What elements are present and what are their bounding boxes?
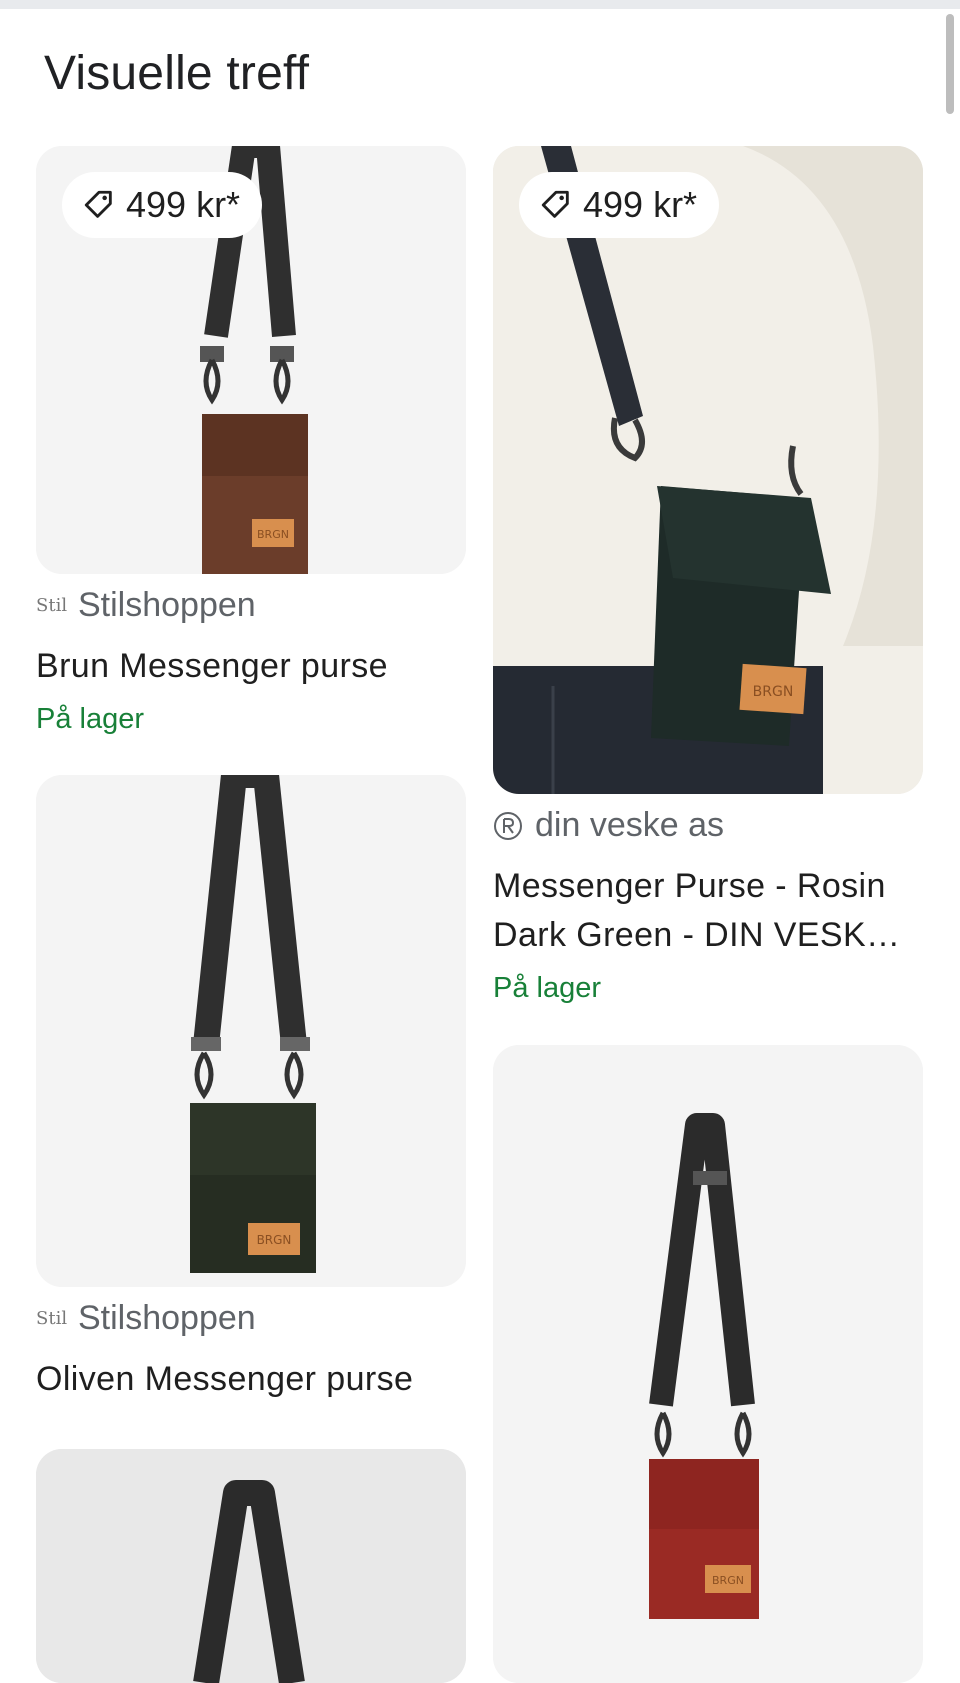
result-source[interactable]: Stil Stilshoppen [36, 586, 256, 625]
result-source[interactable]: din veske as [493, 806, 724, 845]
result-image-red-messenger[interactable]: BRGN [493, 1045, 923, 1683]
result-title-line: Dark Green - DIN VESK… [493, 916, 901, 954]
price-text: 499 kr* [583, 184, 698, 225]
price-tag-icon [541, 190, 569, 218]
result-source[interactable]: Stil Stilshoppen [36, 1299, 256, 1338]
svg-text:BRGN: BRGN [257, 528, 289, 541]
price-chip: 499 kr* [519, 172, 720, 238]
result-image-partial[interactable] [36, 1449, 466, 1683]
result-title[interactable]: Messenger Purse - Rosin Dark Green - DIN… [493, 862, 900, 960]
stock-status: På lager [36, 703, 145, 735]
source-name: Stilshoppen [78, 1299, 256, 1337]
result-image-oliven-messenger[interactable]: BRGN [36, 775, 466, 1287]
price-text: 499 kr* [126, 184, 241, 225]
partial-bag-image [36, 1449, 466, 1683]
svg-text:BRGN: BRGN [753, 684, 794, 700]
source-name: din veske as [535, 806, 724, 844]
result-title[interactable]: Brun Messenger purse [36, 642, 388, 691]
din-veske-favicon-icon [494, 811, 522, 840]
svg-text:BRGN: BRGN [712, 1574, 744, 1587]
top-strip [0, 0, 960, 9]
stock-status: På lager [493, 972, 602, 1004]
scrollbar[interactable] [946, 14, 954, 114]
source-name: Stilshoppen [78, 586, 256, 624]
price-tag-icon [84, 190, 112, 218]
result-image-brun-messenger[interactable]: BRGN 499 kr* [36, 146, 466, 574]
dark-green-bag-image: BRGN [493, 146, 923, 794]
result-title[interactable]: Oliven Messenger purse [36, 1355, 413, 1404]
price-chip: 499 kr* [62, 172, 263, 238]
stilshoppen-favicon-icon: Stil [36, 595, 68, 616]
stilshoppen-favicon-icon: Stil [36, 1308, 68, 1329]
result-title-line: Messenger Purse - Rosin [493, 867, 886, 905]
olive-bag-image: BRGN [36, 775, 466, 1287]
section-title: Visuelle treff [44, 47, 310, 100]
svg-text:BRGN: BRGN [257, 1233, 292, 1247]
result-image-rosin-dark-green[interactable]: BRGN 499 kr* [493, 146, 923, 794]
red-bag-image: BRGN [493, 1045, 923, 1683]
